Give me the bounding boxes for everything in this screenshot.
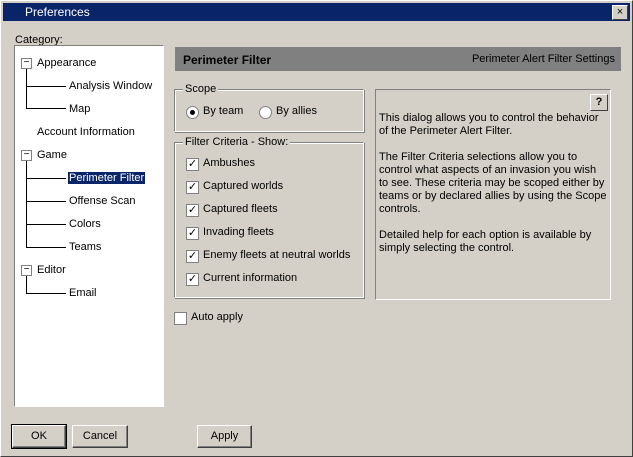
tree-line xyxy=(26,178,66,179)
invading-fleets-checkbox[interactable]: ✓ xyxy=(186,227,199,240)
close-button[interactable]: × xyxy=(612,5,628,20)
collapse-icon[interactable]: − xyxy=(21,58,32,69)
filter-criteria-group: Filter Criteria - Show: ✓ Ambushes ✓ Cap… xyxy=(174,136,364,298)
panel-subtitle: Perimeter Alert Filter Settings xyxy=(471,53,615,65)
tree-item-game[interactable]: Game xyxy=(37,149,67,161)
tree-item-map[interactable]: Map xyxy=(69,103,90,115)
invading-fleets-label[interactable]: Invading fleets xyxy=(203,226,274,238)
collapse-icon[interactable]: − xyxy=(21,150,32,161)
by-team-radio[interactable] xyxy=(186,106,199,119)
captured-fleets-label[interactable]: Captured fleets xyxy=(203,203,278,215)
ambushes-label[interactable]: Ambushes xyxy=(203,157,255,169)
by-allies-radio[interactable] xyxy=(259,106,272,119)
help-text: This dialog allows you to control the be… xyxy=(379,112,607,254)
filter-legend: Filter Criteria - Show: xyxy=(183,136,291,148)
auto-apply-checkbox[interactable] xyxy=(174,312,187,325)
tree-item-colors[interactable]: Colors xyxy=(69,218,101,230)
tree-item-account-information[interactable]: Account Information xyxy=(37,126,135,138)
apply-button[interactable]: Apply xyxy=(197,425,252,448)
tree-line xyxy=(26,86,66,87)
current-information-label[interactable]: Current information xyxy=(203,272,297,284)
tree-line xyxy=(26,275,27,293)
cancel-button[interactable]: Cancel xyxy=(72,425,128,448)
tree-item-perimeter-filter[interactable]: Perimeter Filter xyxy=(66,171,147,185)
scope-legend: Scope xyxy=(183,83,219,95)
collapse-icon[interactable]: − xyxy=(21,265,32,276)
enemy-fleets-label[interactable]: Enemy fleets at neutral worlds xyxy=(203,249,350,261)
ok-button[interactable]: OK xyxy=(11,424,67,449)
ambushes-checkbox[interactable]: ✓ xyxy=(186,158,199,171)
tree-line xyxy=(26,224,66,225)
captured-fleets-checkbox[interactable]: ✓ xyxy=(186,204,199,217)
window-title: Preferences xyxy=(25,5,90,19)
by-allies-label[interactable]: By allies xyxy=(276,105,317,117)
help-panel: ? This dialog allows you to control the … xyxy=(375,89,611,300)
current-information-checkbox[interactable]: ✓ xyxy=(186,273,199,286)
tree-item-offense-scan[interactable]: Offense Scan xyxy=(69,195,135,207)
category-tree[interactable]: − Appearance Analysis Window Map Account… xyxy=(14,45,164,407)
by-team-label[interactable]: By team xyxy=(203,105,243,117)
tree-item-email[interactable]: Email xyxy=(69,287,97,299)
tree-line xyxy=(26,108,66,109)
title-bar[interactable]: Preferences × xyxy=(3,3,630,21)
tree-line xyxy=(26,201,66,202)
tree-line xyxy=(26,247,66,248)
scope-group: Scope By team By allies xyxy=(174,83,364,132)
panel-header: Perimeter Filter Perimeter Alert Filter … xyxy=(175,47,621,71)
tree-item-appearance[interactable]: Appearance xyxy=(37,57,96,69)
panel-title: Perimeter Filter xyxy=(183,53,272,67)
tree-item-analysis-window[interactable]: Analysis Window xyxy=(69,80,152,92)
tree-item-editor[interactable]: Editor xyxy=(37,264,66,276)
enemy-fleets-checkbox[interactable]: ✓ xyxy=(186,250,199,263)
tree-line xyxy=(26,160,27,248)
captured-worlds-checkbox[interactable]: ✓ xyxy=(186,181,199,194)
tree-item-teams[interactable]: Teams xyxy=(69,241,101,253)
tree-line xyxy=(26,66,27,108)
tree-line xyxy=(26,293,66,294)
preferences-window: Preferences × Category: − Appearance Ana… xyxy=(0,0,633,457)
auto-apply-label[interactable]: Auto apply xyxy=(191,311,243,323)
captured-worlds-label[interactable]: Captured worlds xyxy=(203,180,283,192)
help-button[interactable]: ? xyxy=(590,94,608,111)
